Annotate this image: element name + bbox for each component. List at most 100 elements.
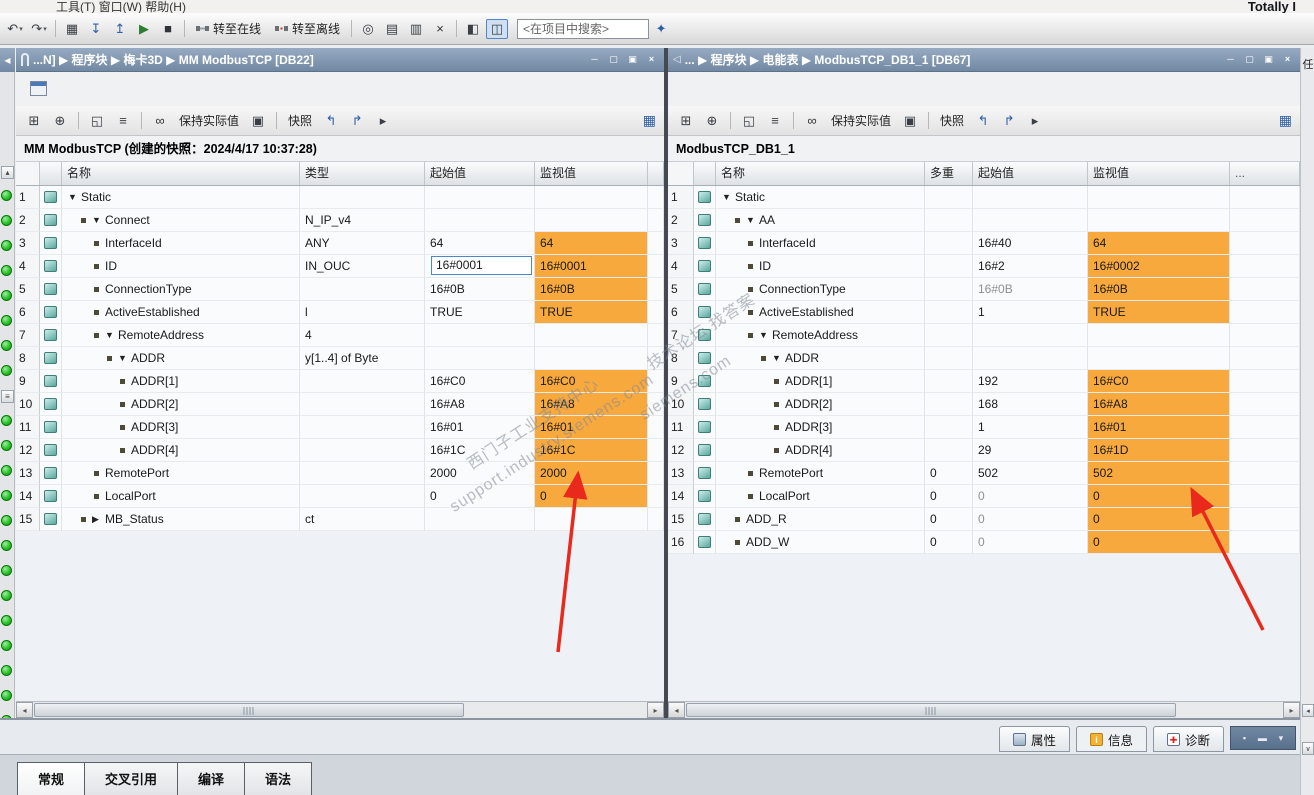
- name-cell[interactable]: ▼ RemoteAddress: [62, 324, 300, 347]
- data-type-cell[interactable]: [300, 485, 425, 508]
- monitor-value-cell[interactable]: 0: [1088, 531, 1230, 554]
- header-name[interactable]: 名称: [62, 162, 300, 185]
- data-type-cell[interactable]: [300, 186, 425, 209]
- expander-icon[interactable]: ▼: [746, 209, 757, 231]
- strip-scroll-left-icon[interactable]: ◂: [1302, 704, 1314, 717]
- start-value-cell[interactable]: 0: [973, 508, 1088, 531]
- table-row[interactable]: 2 ▼ AA: [668, 209, 1300, 232]
- name-cell[interactable]: ActiveEstablished: [716, 301, 925, 324]
- data-type-cell[interactable]: [300, 462, 425, 485]
- name-cell[interactable]: ActiveEstablished: [62, 301, 300, 324]
- multi-cell[interactable]: [925, 370, 973, 393]
- tab-compile[interactable]: 编译: [177, 762, 246, 795]
- name-cell[interactable]: ADD_W: [716, 531, 925, 554]
- breadcrumb-right[interactable]: ... ▶ 程序块 ▶ 电能表 ▶ ModbusTCP_DB1_1 [DB67]: [685, 51, 971, 68]
- data-type-cell[interactable]: ANY: [300, 232, 425, 255]
- table-row[interactable]: 5 ConnectionType 16#0B 16#0B: [668, 278, 1300, 301]
- start-value-cell[interactable]: 16#1C: [425, 439, 535, 462]
- tab-cross-references[interactable]: 交叉引用: [84, 762, 179, 795]
- monitor-value-cell[interactable]: [535, 324, 648, 347]
- table-row[interactable]: 15 ▶ MB_Status ct: [16, 508, 664, 531]
- multi-cell[interactable]: 0: [925, 531, 973, 554]
- monitor-value-cell[interactable]: 0: [535, 485, 648, 508]
- name-cell[interactable]: ▼ AA: [716, 209, 925, 232]
- table-row[interactable]: 15 ADD_R 0 0 0: [668, 508, 1300, 531]
- table-row[interactable]: 14 LocalPort 0 0 0: [668, 485, 1300, 508]
- data-type-cell[interactable]: ct: [300, 508, 425, 531]
- data-type-cell[interactable]: IN_OUC: [300, 255, 425, 278]
- start-value-cell[interactable]: [425, 508, 535, 531]
- start-value-cell[interactable]: 16#0001: [425, 255, 535, 278]
- expand-members-icon[interactable]: ≡: [112, 111, 134, 131]
- minimize-icon[interactable]: ─: [587, 53, 602, 66]
- name-cell[interactable]: ADD_R: [716, 508, 925, 531]
- table-row[interactable]: 8 ▼ ADDR: [668, 347, 1300, 370]
- start-value-cell[interactable]: 168: [973, 393, 1088, 416]
- start-value-cell[interactable]: 16#2: [973, 255, 1088, 278]
- editor-title-bar-left[interactable]: ...N] ▶ 程序块 ▶ 梅卡3D ▶ MM ModbusTCP [DB22]…: [16, 48, 664, 72]
- editor-title-bar-right[interactable]: ◁ ... ▶ 程序块 ▶ 电能表 ▶ ModbusTCP_DB1_1 [DB6…: [668, 48, 1300, 72]
- header-type[interactable]: 类型: [300, 162, 425, 185]
- more-commands-icon[interactable]: ▸: [1024, 111, 1046, 131]
- multi-cell[interactable]: [925, 439, 973, 462]
- float-icon[interactable]: ▢: [1242, 53, 1257, 66]
- back-link-icon[interactable]: ◁: [673, 54, 681, 65]
- close-icon[interactable]: ×: [1280, 53, 1295, 66]
- simulation-icon[interactable]: ▤: [381, 19, 403, 39]
- monitor-value-cell[interactable]: 16#0B: [1088, 278, 1230, 301]
- monitor-value-cell[interactable]: [1088, 324, 1230, 347]
- name-cell[interactable]: ▼ Connect: [62, 209, 300, 232]
- scroll-thumb[interactable]: [686, 703, 1176, 717]
- multi-cell[interactable]: [925, 301, 973, 324]
- expander-icon[interactable]: ▼: [722, 186, 733, 208]
- header-start-value[interactable]: 起始值: [425, 162, 535, 185]
- start-value-cell[interactable]: [973, 324, 1088, 347]
- monitor-value-cell[interactable]: 16#01: [1088, 416, 1230, 439]
- monitor-value-cell[interactable]: 16#C0: [1088, 370, 1230, 393]
- table-row[interactable]: 12 ADDR[4] 16#1C 16#1C: [16, 439, 664, 462]
- table-row[interactable]: 5 ConnectionType 16#0B 16#0B: [16, 278, 664, 301]
- name-cell[interactable]: ADDR[3]: [716, 416, 925, 439]
- editor-window-icon[interactable]: [30, 81, 47, 96]
- float-icon[interactable]: ▢: [606, 53, 621, 66]
- table-row[interactable]: 1 ▼ Static: [16, 186, 664, 209]
- name-cell[interactable]: RemotePort: [62, 462, 300, 485]
- multi-cell[interactable]: 0: [925, 485, 973, 508]
- table-row[interactable]: 4 ID IN_OUC 16#0001 16#0001: [16, 255, 664, 278]
- table-row[interactable]: 11 ADDR[3] 1 16#01: [668, 416, 1300, 439]
- strip-collapse-icon[interactable]: ∨: [1302, 742, 1314, 755]
- start-value-cell[interactable]: 2000: [425, 462, 535, 485]
- insert-row-icon[interactable]: ⊞: [23, 111, 45, 131]
- name-cell[interactable]: RemotePort: [716, 462, 925, 485]
- monitor-value-cell[interactable]: 16#C0: [535, 370, 648, 393]
- multi-cell[interactable]: 0: [925, 508, 973, 531]
- start-value-cell[interactable]: [973, 209, 1088, 232]
- table-row[interactable]: 9 ADDR[1] 16#C0 16#C0: [16, 370, 664, 393]
- monitor-value-cell[interactable]: 16#0002: [1088, 255, 1230, 278]
- table-row[interactable]: 7 ▼ RemoteAddress 4: [16, 324, 664, 347]
- redo-icon[interactable]: ↷ ▾: [28, 19, 50, 39]
- start-value-cell[interactable]: 29: [973, 439, 1088, 462]
- table-row[interactable]: 1 ▼ Static: [668, 186, 1300, 209]
- monitor-value-cell[interactable]: [535, 209, 648, 232]
- scroll-thumb[interactable]: [34, 703, 464, 717]
- hscrollbar-left[interactable]: ◂ ▸: [16, 701, 664, 718]
- monitor-value-cell[interactable]: 64: [535, 232, 648, 255]
- multi-cell[interactable]: [925, 347, 973, 370]
- tasks-vertical-tab[interactable]: 任: [1301, 56, 1314, 72]
- expander-icon[interactable]: ▼: [759, 324, 770, 346]
- start-value-cell[interactable]: 1: [973, 416, 1088, 439]
- menu-items[interactable]: 工具(T) 窗口(W) 帮助(H): [56, 0, 186, 13]
- scroll-right-icon[interactable]: ▸: [647, 702, 664, 718]
- header-monitor-value[interactable]: 监视值: [535, 162, 648, 185]
- scroll-right-icon[interactable]: ▸: [1283, 702, 1300, 718]
- start-value-cell[interactable]: [425, 186, 535, 209]
- table-row[interactable]: 14 LocalPort 0 0: [16, 485, 664, 508]
- start-value-cell[interactable]: 16#0B: [973, 278, 1088, 301]
- stop-cpu-icon[interactable]: ■: [157, 19, 179, 39]
- data-type-cell[interactable]: [300, 393, 425, 416]
- rail-menu-icon[interactable]: ≡: [1, 390, 14, 403]
- monitor-value-cell[interactable]: [535, 508, 648, 531]
- name-cell[interactable]: ADDR[4]: [62, 439, 300, 462]
- expander-icon[interactable]: ▼: [105, 324, 116, 346]
